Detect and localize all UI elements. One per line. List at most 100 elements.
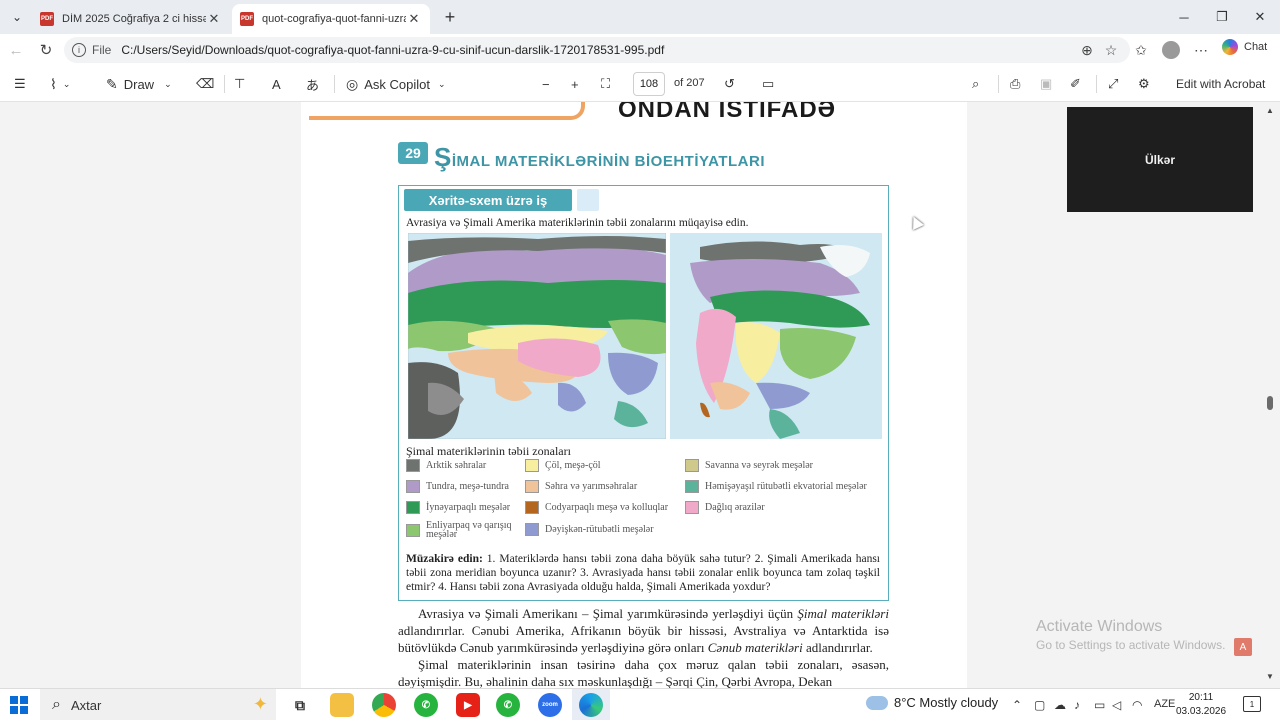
settings-gear-icon[interactable]: ⚙ — [1138, 74, 1150, 94]
info-icon[interactable]: i — [72, 43, 86, 57]
volume-icon[interactable]: ◁ — [1112, 698, 1121, 712]
close-icon[interactable]: ✕ — [206, 11, 222, 27]
legend-swatch — [525, 459, 539, 472]
rotate-icon[interactable]: ↺ — [724, 74, 735, 94]
close-icon[interactable]: ✕ — [406, 11, 422, 27]
weather-widget[interactable]: 8°C Mostly cloudy — [866, 695, 998, 710]
save-as-icon[interactable]: ✐ — [1070, 74, 1081, 94]
draw-button[interactable]: ✎ Draw ⌄ — [106, 74, 172, 94]
windows-start-button[interactable] — [10, 696, 28, 714]
legend-label: Dağlıq ərazilər — [705, 502, 765, 513]
file-label: File — [92, 43, 112, 57]
network-icon[interactable]: ◠ — [1132, 698, 1142, 712]
taskbar: ⌕ Axtar ✦ ⧉ ✆ ▶ ✆ zoom 8°C Mostly cloudy… — [0, 688, 1280, 720]
tray-app-icon[interactable]: ▢ — [1034, 698, 1045, 712]
copilot-icon: ◎ — [346, 75, 359, 92]
contents-icon[interactable]: ☰ — [14, 74, 26, 94]
tab-actions-menu[interactable]: ⌄ — [6, 6, 28, 28]
discussion-label: Müzakirə edin: — [406, 553, 483, 565]
ask-copilot-button[interactable]: ◎ Ask Copilot ⌄ — [346, 74, 446, 94]
profile-button[interactable] — [1161, 39, 1181, 61]
scrollbar-thumb[interactable] — [1267, 396, 1273, 410]
zoom-app-icon[interactable]: zoom — [538, 693, 562, 717]
maximize-button[interactable]: ❐ — [1204, 4, 1240, 30]
search-label: Axtar — [70, 697, 102, 713]
acrobat-icon[interactable]: A — [1234, 638, 1252, 656]
legend-item: Savanna və seyrək meşələr — [685, 459, 813, 472]
legend-item: Arktik səhralar — [406, 459, 486, 472]
file-explorer-icon[interactable] — [330, 693, 354, 717]
legend-item: Enliyarpaq və qarışıq meşələr — [406, 521, 518, 540]
pdf-viewer[interactable]: ONDAN İSTİFADƏ 29 ŞİMAL MATERİKLƏRİNİN B… — [0, 102, 1280, 688]
notification-icon[interactable]: 1 — [1243, 696, 1261, 712]
legend-swatch — [406, 480, 420, 493]
zoom-out-button[interactable]: − — [542, 74, 550, 94]
taskbar-search[interactable]: ⌕ Axtar ✦ — [40, 689, 276, 720]
page-number-input[interactable]: 108 — [633, 72, 665, 96]
new-tab-button[interactable]: + — [440, 6, 460, 28]
video-call-tile[interactable]: Ülkər — [1067, 107, 1253, 212]
url-field[interactable]: i File C:/Users/Seyid/Downloads/quot-cog… — [64, 37, 1130, 63]
tab-dim-2025[interactable]: PDF DİM 2025 Coğrafiya 2 ci hissə testl … — [32, 4, 230, 34]
edge-icon[interactable] — [579, 693, 603, 717]
favorites-icon[interactable]: ✩ — [1132, 39, 1150, 61]
whatsapp-icon[interactable]: ✆ — [414, 693, 438, 717]
fullscreen-icon[interactable]: ⤢ — [1108, 74, 1118, 94]
url-text[interactable]: C:/Users/Seyid/Downloads/quot-cografiya-… — [121, 43, 664, 57]
save-icon[interactable]: ▣ — [1040, 74, 1052, 94]
search-icon: ⌕ — [52, 696, 61, 713]
tray-cloud-icon[interactable]: ☁ — [1054, 698, 1066, 712]
minimize-button[interactable]: ─ — [1166, 4, 1202, 30]
tab-cografiya[interactable]: PDF quot-cografiya-quot-fanni-uzra-9 ✕ — [232, 4, 430, 34]
refresh-button[interactable]: ↻ — [34, 39, 58, 61]
zoom-in-button[interactable]: + — [571, 74, 579, 94]
eraser-icon[interactable]: ⌫ — [196, 74, 214, 94]
favorite-star-icon[interactable]: ☆ — [1102, 39, 1120, 61]
scroll-down-icon[interactable]: ▼ — [1266, 672, 1274, 681]
legend-label: Dəyişkən-rütubətli meşələr — [545, 524, 654, 535]
clock[interactable]: 20:11 03.03.2026 — [1176, 691, 1226, 719]
paragraph-text: adlandırırlar. — [802, 640, 873, 655]
legend-item: Dağlıq ərazilər — [685, 501, 765, 514]
pdf-toolbar: ☰ ⌇ ⌄ ✎ Draw ⌄ ⌫ ⊤ A あ ◎ Ask Copilot ⌄ − + ⛶ … — [0, 66, 1280, 102]
youtube-icon[interactable]: ▶ — [456, 693, 480, 717]
divider — [1096, 75, 1097, 93]
text-box-icon[interactable]: ⊤ — [234, 74, 245, 94]
legend-item: Səhra və yarımsəhralar — [525, 480, 637, 493]
translate-icon[interactable]: あ — [306, 74, 319, 94]
print-icon[interactable]: ⎙ — [1010, 74, 1020, 94]
page-view-icon[interactable]: ▭ — [762, 74, 774, 94]
read-aloud-icon[interactable]: A — [272, 74, 281, 94]
microphone-icon[interactable]: ♪ — [1074, 698, 1080, 712]
close-window-button[interactable]: ✕ — [1242, 4, 1278, 30]
legend-item: İynəyarpaqlı meşələr — [406, 501, 510, 514]
zoom-icon[interactable]: ⊕ — [1078, 39, 1096, 61]
highlighter-icon: ⌇ — [50, 75, 57, 92]
draw-label: Draw — [123, 76, 155, 92]
highlight-button[interactable]: ⌇ ⌄ — [50, 74, 70, 94]
more-icon[interactable]: ⋯ — [1191, 39, 1211, 61]
legend-swatch — [525, 523, 539, 536]
back-button[interactable]: ← — [4, 39, 28, 61]
time: 20:11 — [1188, 692, 1214, 703]
scroll-up-icon[interactable]: ▲ — [1266, 106, 1274, 115]
task-view-icon[interactable]: ⧉ — [288, 693, 312, 717]
copilot-chat-button[interactable]: Chat — [1222, 39, 1267, 55]
paragraph: Şimal materiklərinin insan təsirinə daha… — [398, 657, 889, 688]
paragraph-text: Avrasiya və Şimali Amerikanı – Şimal yar… — [418, 606, 798, 621]
tab-bar: ⌄ PDF DİM 2025 Coğrafiya 2 ci hissə test… — [0, 0, 1280, 34]
search-icon[interactable]: ⌕ — [972, 74, 979, 94]
chevron-down-icon: ⌄ — [62, 78, 71, 89]
show-hidden-icons[interactable]: ⌃ — [1012, 698, 1022, 712]
whatsapp-icon[interactable]: ✆ — [496, 693, 520, 717]
legend-item: Çöl, meşə-çöl — [525, 459, 601, 472]
legend-label: Arktik səhralar — [426, 460, 487, 471]
legend-title: Şimal materiklərinin təbii zonaları — [406, 444, 571, 458]
chrome-icon[interactable] — [372, 693, 396, 717]
language-indicator[interactable]: AZE — [1154, 698, 1175, 710]
lesson-number-badge: 29 — [398, 142, 428, 164]
copilot-icon — [1222, 39, 1238, 55]
edit-with-acrobat-button[interactable]: Edit with Acrobat — [1176, 74, 1265, 94]
fit-page-icon[interactable]: ⛶ — [601, 74, 610, 94]
battery-icon[interactable]: ▭ — [1094, 698, 1105, 712]
